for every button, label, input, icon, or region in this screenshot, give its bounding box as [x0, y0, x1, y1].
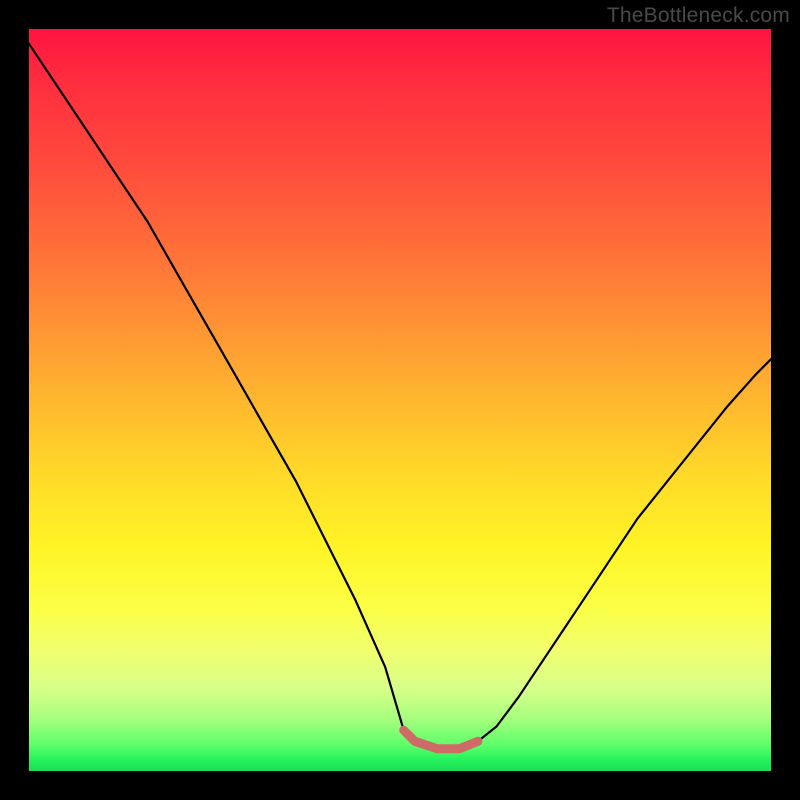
chart-frame: TheBottleneck.com [0, 0, 800, 800]
chart-svg [29, 29, 771, 771]
optimal-range-highlight-line [404, 730, 478, 749]
watermark-text: TheBottleneck.com [607, 4, 790, 28]
plot-area [29, 29, 771, 771]
bottleneck-curve-line [29, 44, 771, 749]
